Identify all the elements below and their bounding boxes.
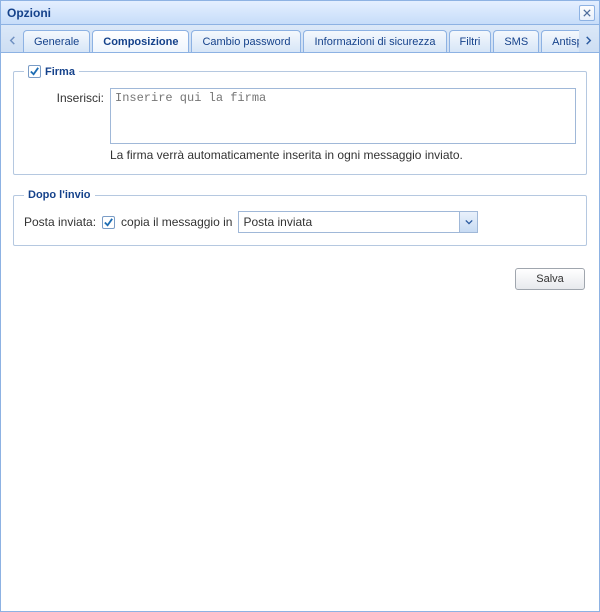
- tab-label: Composizione: [103, 36, 178, 48]
- signature-legend: Firma: [24, 65, 79, 78]
- signature-row: Inserisci:: [24, 88, 576, 144]
- chevron-left-icon: [8, 36, 17, 45]
- check-icon: [29, 66, 40, 77]
- tab-informazioni-sicurezza[interactable]: Informazioni di sicurezza: [303, 30, 446, 52]
- tabs-container: Generale Composizione Cambio password In…: [21, 29, 579, 52]
- tab-generale[interactable]: Generale: [23, 30, 90, 52]
- close-icon: [583, 9, 591, 17]
- tab-cambio-password[interactable]: Cambio password: [191, 30, 301, 52]
- tab-label: Filtri: [460, 36, 481, 48]
- save-button-label: Salva: [536, 273, 564, 285]
- tab-label: Informazioni di sicurezza: [314, 36, 435, 48]
- signature-insert-label: Inserisci:: [24, 88, 104, 105]
- signature-help-text: La firma verrà automaticamente inserita …: [110, 148, 576, 162]
- tab-scroll-right[interactable]: [579, 28, 597, 52]
- sent-row: Posta inviata: copia il messaggio in: [24, 211, 576, 233]
- chevron-down-icon: [465, 218, 473, 226]
- signature-legend-label: Firma: [45, 66, 75, 78]
- signature-textarea[interactable]: [110, 88, 576, 144]
- tab-sms[interactable]: SMS: [493, 30, 539, 52]
- save-button[interactable]: Salva: [515, 268, 585, 290]
- tabstrip: Generale Composizione Cambio password In…: [1, 25, 599, 53]
- sent-mail-label: Posta inviata:: [24, 215, 96, 229]
- button-bar: Salva: [13, 260, 587, 290]
- close-button[interactable]: [579, 5, 595, 21]
- titlebar: Opzioni: [1, 1, 599, 25]
- panel-body: Firma Inserisci: La firma verrà automati…: [1, 53, 599, 611]
- window-title: Opzioni: [7, 6, 51, 20]
- tab-label: Cambio password: [202, 36, 290, 48]
- after-send-legend-label: Dopo l'invio: [28, 189, 91, 201]
- folder-select[interactable]: [238, 211, 478, 233]
- tab-filtri[interactable]: Filtri: [449, 30, 492, 52]
- after-send-fieldset: Dopo l'invio Posta inviata: copia il mes…: [13, 189, 587, 246]
- signature-enable-checkbox[interactable]: [28, 65, 41, 78]
- folder-select-trigger[interactable]: [459, 212, 477, 232]
- signature-fieldset: Firma Inserisci: La firma verrà automati…: [13, 65, 587, 175]
- tab-scroll-left[interactable]: [3, 28, 21, 52]
- tab-label: Generale: [34, 36, 79, 48]
- tab-label: SMS: [504, 36, 528, 48]
- tab-label: Antispam: [552, 36, 579, 48]
- folder-select-input[interactable]: [239, 212, 459, 232]
- copy-message-checkbox[interactable]: [102, 216, 115, 229]
- check-icon: [103, 217, 114, 228]
- options-dialog: Opzioni Generale Composizione Cambio pas…: [0, 0, 600, 612]
- copy-message-label: copia il messaggio in: [121, 215, 232, 229]
- after-send-legend: Dopo l'invio: [24, 189, 95, 201]
- chevron-right-icon: [584, 36, 593, 45]
- tab-composizione[interactable]: Composizione: [92, 30, 189, 52]
- tab-antispam[interactable]: Antispam: [541, 30, 579, 52]
